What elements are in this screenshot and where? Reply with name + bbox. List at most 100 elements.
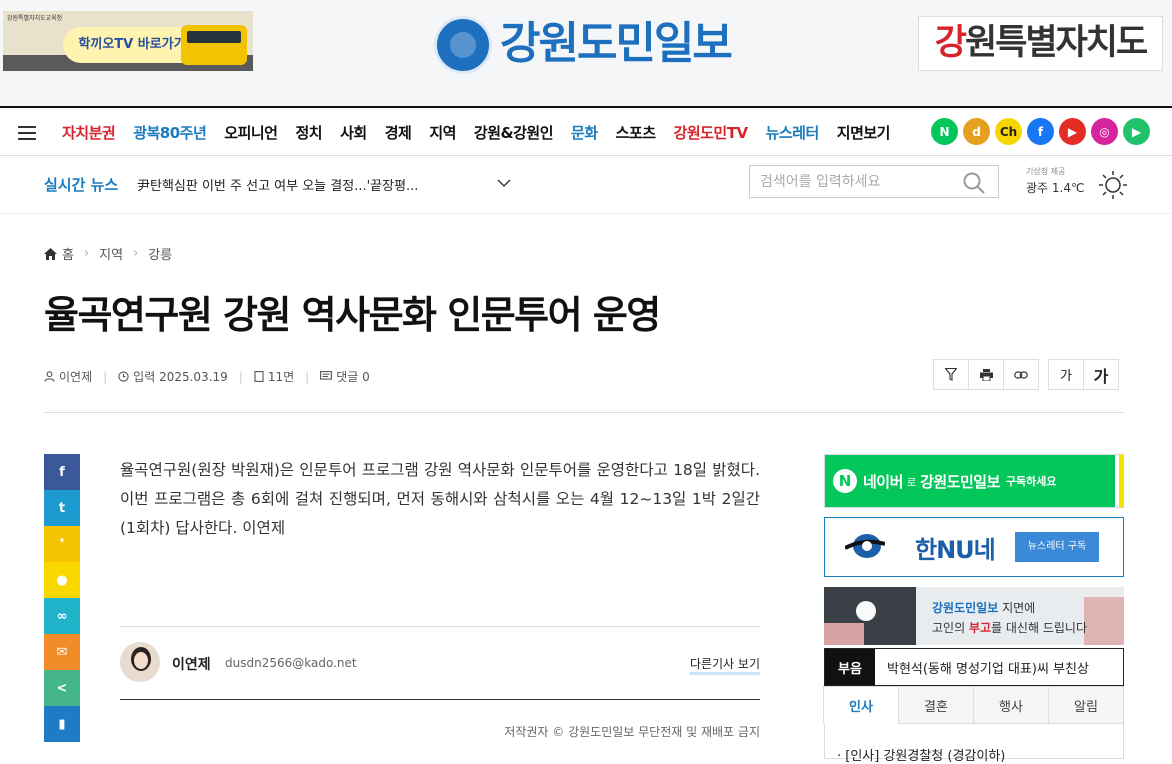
font-decrease-button[interactable]: 가: [1048, 359, 1084, 390]
naver-ad-cta: 구독하세요: [1005, 475, 1057, 488]
comment-icon: [320, 371, 333, 380]
obit-ad-brand: 강원도민일보: [932, 601, 999, 615]
naver-subscribe-ad[interactable]: N 네이버 로 강원도민일보 구독하세요: [824, 454, 1124, 508]
naver-ad-particle: 로: [906, 477, 917, 489]
divider: [44, 412, 1124, 413]
social-links: Nd Ch f ▶ ◎ ▶: [931, 118, 1155, 145]
obit-ad-line1: 지면에: [998, 601, 1036, 615]
nav-item[interactable]: 강원&강원인: [474, 122, 554, 143]
header-ad-banner[interactable]: 강원특별자치도교육청 학끼오TV 바로가기: [3, 11, 253, 71]
kakao-story-icon[interactable]: ❜: [44, 526, 80, 562]
hannu-newsletter-ad[interactable]: 한NU네 뉴스레터 구독: [824, 517, 1124, 577]
copyright-notice: 저작권자 © 강원도민일보 무단전재 및 재배포 금지: [504, 725, 760, 739]
article-title: 율곡연구원 강원 역사문화 인문투어 운영: [44, 293, 661, 337]
region-banner-text-rest: 원특별자치도: [965, 23, 1148, 63]
naver-icon[interactable]: N: [931, 118, 958, 145]
divider: [120, 699, 760, 700]
site-logo[interactable]: 강원도민일보: [434, 14, 734, 76]
live-news-headline[interactable]: 尹탄핵심판 이번 주 선고 여부 오늘 결정...'끝장평...: [137, 175, 418, 194]
search-input[interactable]: [750, 166, 950, 197]
tab-2[interactable]: 행사: [973, 686, 1049, 724]
kakaotalk-icon[interactable]: ●: [44, 562, 80, 598]
link-icon[interactable]: ∞: [44, 598, 80, 634]
bookmark-icon[interactable]: ▮: [44, 706, 80, 742]
home-icon[interactable]: [44, 247, 57, 260]
instagram-icon[interactable]: ◎: [1091, 118, 1118, 145]
search-box: [749, 165, 999, 198]
divider: [120, 626, 760, 627]
tab-0[interactable]: 인사: [823, 686, 899, 724]
tab-1[interactable]: 결혼: [898, 686, 974, 724]
filter-button[interactable]: [933, 359, 969, 390]
site-header: 강원특별자치도교육청 학끼오TV 바로가기 강원도민일보 강원특별자치도: [0, 0, 1172, 106]
twitter-icon[interactable]: t: [44, 490, 80, 526]
nav-item[interactable]: 지면보기: [837, 122, 891, 143]
hannu-ad-name: 한NU네: [915, 536, 996, 564]
newsletter-subscribe-button[interactable]: 뉴스레터 구독: [1015, 532, 1099, 562]
nav-item[interactable]: 자치분권: [62, 122, 116, 143]
weather-location: 광주: [1026, 181, 1049, 195]
obit-ad-line2-post: 를 대신해 드립니다: [991, 621, 1087, 635]
font-increase-button[interactable]: 가: [1083, 359, 1119, 390]
clock-icon: [118, 371, 129, 382]
weather-temp: 1.4℃: [1051, 181, 1085, 195]
article-body: 율곡연구원(원장 박원재)은 인문투어 프로그램 강원 역사문화 인문투어를 운…: [120, 461, 760, 537]
chevron-down-icon[interactable]: [497, 176, 511, 190]
facebook-icon[interactable]: f: [1027, 118, 1054, 145]
naver-icon: N: [833, 469, 857, 493]
search-icon[interactable]: [962, 171, 986, 195]
share-icon[interactable]: <: [44, 670, 80, 706]
nav-item[interactable]: 정치: [295, 122, 322, 143]
daum-icon[interactable]: d: [963, 118, 990, 145]
breadcrumb-subsection[interactable]: 강릉: [148, 244, 172, 263]
nav-item[interactable]: 경제: [385, 122, 412, 143]
nav-item[interactable]: 지역: [429, 122, 456, 143]
email-icon[interactable]: ✉: [44, 634, 80, 670]
nav-item[interactable]: 광복80주년: [133, 122, 207, 143]
obituary-notice[interactable]: 부음 박현석(동해 명성기업 대표)씨 부친상: [824, 648, 1124, 686]
byline-email[interactable]: dusdn2566@kado.net: [225, 656, 357, 670]
meta-comments[interactable]: 댓글 0: [336, 368, 370, 385]
author-avatar[interactable]: [120, 642, 160, 682]
tab-3[interactable]: 알림: [1048, 686, 1124, 724]
naver-ad-name: 강원도민일보: [920, 472, 1000, 491]
meta-author[interactable]: 이연제: [59, 368, 92, 385]
print-button[interactable]: [968, 359, 1004, 390]
nav-item[interactable]: 문화: [571, 122, 598, 143]
region-banner[interactable]: 강원특별자치도: [918, 16, 1163, 71]
article-tools: 가 가: [933, 359, 1119, 390]
youtube-icon[interactable]: ▶: [1059, 118, 1086, 145]
main-nav: 자치분권 광복80주년 오피니언 정치 사회 경제 지역 강원&강원인 문화 스포츠 강원도민TV 뉴…: [0, 106, 1172, 156]
page-icon: [254, 371, 264, 382]
copy-link-button[interactable]: [1003, 359, 1039, 390]
play-icon[interactable]: ▶: [1123, 118, 1150, 145]
more-articles-link[interactable]: 다른기사 보기: [689, 655, 760, 675]
weather-widget: 기상청 제공 광주 1.4℃: [1026, 166, 1127, 199]
obit-ad-line2-pre: 고인의: [932, 621, 969, 635]
print-icon: [979, 368, 993, 381]
breadcrumb-separator-icon: ›: [83, 246, 90, 261]
hannu-logo-icon: [845, 534, 885, 558]
logo-text: 강원도민일보: [500, 18, 733, 69]
obituary-text[interactable]: 박현석(동해 명성기업 대표)씨 부친상: [887, 658, 1089, 677]
facebook-icon[interactable]: f: [44, 454, 80, 490]
flower-icon: [856, 601, 876, 621]
breadcrumb-home[interactable]: 홈: [62, 244, 74, 263]
nav-item[interactable]: 강원도민TV: [674, 122, 749, 143]
nav-item[interactable]: 사회: [340, 122, 367, 143]
nav-item[interactable]: 오피니언: [224, 122, 278, 143]
nav-item[interactable]: 스포츠: [616, 122, 656, 143]
breadcrumb-section[interactable]: 지역: [99, 244, 123, 263]
hamburger-menu-icon[interactable]: [18, 122, 36, 142]
filter-icon: [945, 368, 957, 381]
byline-name[interactable]: 이연제: [172, 654, 211, 674]
notice-tabs: 인사 결혼 행사 알림: [823, 686, 1124, 724]
obituary-service-ad[interactable]: 강원도민일보 지면에 고인의 부고를 대신해 드립니다: [824, 587, 1124, 645]
list-item[interactable]: · [인사] 강원경찰청 (경감이하): [837, 745, 1005, 764]
nav-item[interactable]: 뉴스레터: [766, 122, 820, 143]
kakao-channel-icon[interactable]: Ch: [995, 118, 1022, 145]
link-icon: [1014, 370, 1028, 379]
ad-org-label: 강원특별자치도교육청: [7, 15, 63, 22]
meta-date: 입력 2025.03.19: [133, 370, 228, 384]
user-icon: [44, 371, 55, 382]
